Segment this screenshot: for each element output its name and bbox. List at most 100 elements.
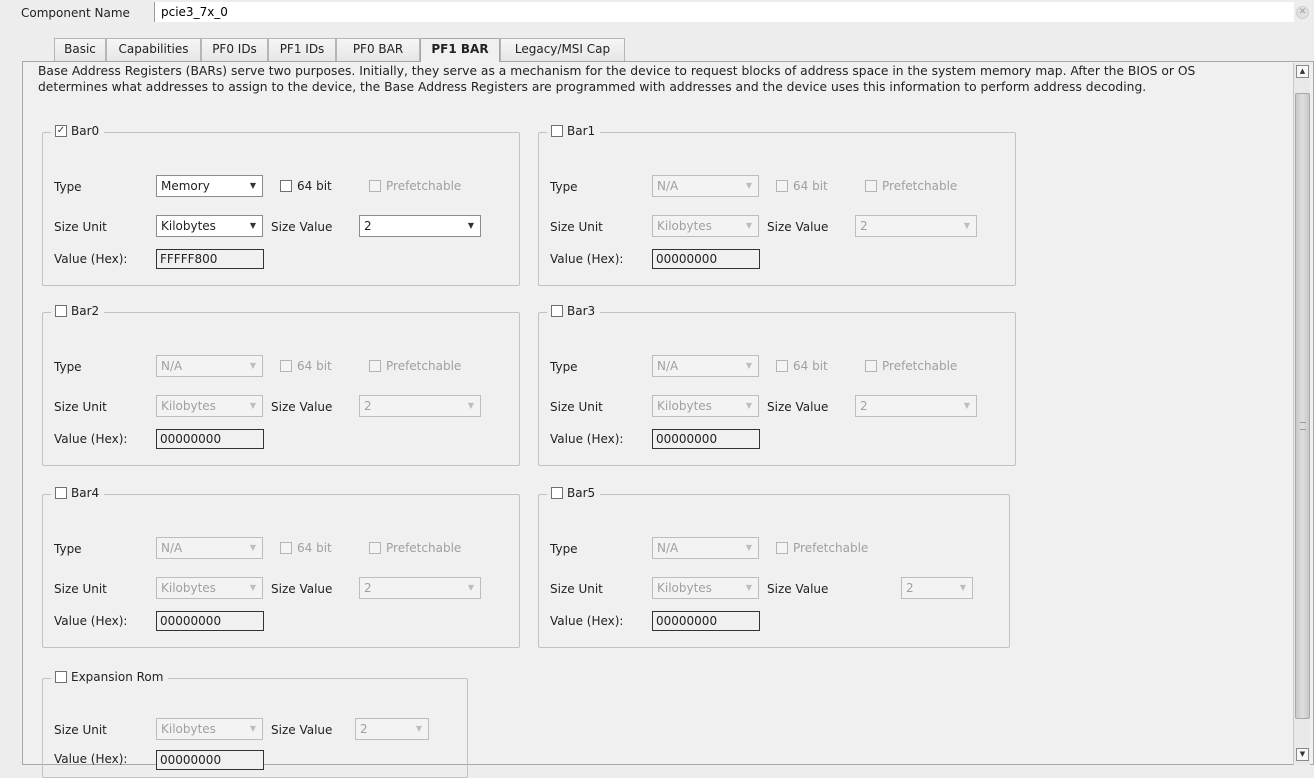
bar5-enable-checkbox[interactable]: [551, 487, 563, 499]
bar3-prefetchable-checkbox: Prefetchable: [865, 359, 957, 373]
bar5-legend: Bar5: [547, 486, 601, 500]
bar0-size-unit-value: Kilobytes: [161, 219, 216, 233]
chevron-down-icon: ▼: [745, 181, 752, 190]
bar3-prefetchable-label: Prefetchable: [882, 359, 958, 373]
bar5-size-unit-label: Size Unit: [550, 582, 603, 596]
tab-pf0-ids[interactable]: PF0 IDs: [201, 38, 268, 61]
bar4-enable-checkbox[interactable]: [55, 487, 67, 499]
bar1-type-value: N/A: [657, 179, 679, 193]
bar5-size-unit-value: Kilobytes: [657, 581, 712, 595]
bar4-size-unit-label: Size Unit: [54, 582, 107, 596]
bar1-size-value-value: 2: [860, 219, 868, 233]
chevron-down-icon: ▼: [963, 401, 970, 410]
bar3-enable-checkbox[interactable]: [551, 305, 563, 317]
tab-pf1-bar[interactable]: PF1 BAR: [420, 38, 500, 62]
bar1-prefetchable-box: [865, 180, 877, 192]
bar0-size-unit-select[interactable]: Kilobytes ▼: [156, 215, 263, 237]
bar2-size-value-label: Size Value: [271, 400, 333, 414]
expansion-rom-group: Expansion Rom Size Unit Kilobytes ▼ Size…: [42, 670, 468, 778]
bar2-size-unit-value: Kilobytes: [161, 399, 216, 413]
bar1-type-label: Type: [550, 180, 578, 194]
bar2-prefetchable-label: Prefetchable: [386, 359, 462, 373]
bar1-hex-field: 00000000: [652, 249, 760, 269]
expansion-rom-size-value-label: Size Value: [271, 723, 333, 737]
bar2-enable-checkbox[interactable]: [55, 305, 67, 317]
bar4-hex-field: 00000000: [156, 611, 264, 631]
bar0-hex-field: FFFFF800: [156, 249, 264, 269]
tab-legacy-msi-cap[interactable]: Legacy/MSI Cap: [500, 38, 625, 61]
bar0-prefetchable-checkbox: Prefetchable: [369, 179, 461, 193]
expansion-rom-size-unit-select: Kilobytes ▼: [156, 718, 263, 740]
bar1-size-value-label: Size Value: [767, 220, 829, 234]
chevron-down-icon: ▼: [249, 361, 256, 370]
bar4-size-value-select: 2 ▼: [359, 577, 481, 599]
expansion-rom-enable-checkbox[interactable]: [55, 671, 67, 683]
bar5-hex-field: 00000000: [652, 611, 760, 631]
clear-icon[interactable]: ✕: [1296, 6, 1309, 19]
bar4-64bit-checkbox: 64 bit: [280, 541, 332, 555]
bar2-size-unit-select: Kilobytes ▼: [156, 395, 263, 417]
bar4-type-label: Type: [54, 542, 82, 556]
scroll-down-icon[interactable]: ▼: [1296, 748, 1309, 761]
bar2-size-unit-label: Size Unit: [54, 400, 107, 414]
bar5-label: Bar5: [567, 486, 596, 500]
bar3-64bit-label: 64 bit: [793, 359, 828, 373]
tab-pf1-ids[interactable]: PF1 IDs: [268, 38, 336, 61]
bar2-prefetchable-checkbox: Prefetchable: [369, 359, 461, 373]
bar0-hex-label: Value (Hex):: [54, 252, 128, 266]
bar0-64bit-checkbox[interactable]: 64 bit: [280, 179, 332, 193]
bar3-group: Bar3 Type N/A ▼ 64 bit Prefetchable Size…: [538, 304, 1016, 466]
bar2-size-value-value: 2: [364, 399, 372, 413]
bar3-size-value-value: 2: [860, 399, 868, 413]
chevron-down-icon: ▼: [963, 221, 970, 230]
bar4-size-unit-select: Kilobytes ▼: [156, 577, 263, 599]
scroll-up-icon[interactable]: ▲: [1296, 65, 1309, 78]
chevron-down-icon: ▼: [745, 543, 752, 552]
bar3-type-select: N/A ▼: [652, 355, 759, 377]
expansion-rom-legend: Expansion Rom: [51, 670, 169, 684]
bar5-hex-label: Value (Hex):: [550, 614, 624, 628]
bar2-hex-label: Value (Hex):: [54, 432, 128, 446]
bar0-type-value: Memory: [161, 179, 210, 193]
bar2-label: Bar2: [71, 304, 100, 318]
tab-capabilities[interactable]: Capabilities: [106, 38, 201, 61]
chevron-down-icon: ▼: [745, 401, 752, 410]
expansion-rom-size-value-select: 2 ▼: [355, 718, 429, 740]
bar5-type-value: N/A: [657, 541, 679, 555]
bar5-prefetchable-label: Prefetchable: [793, 541, 869, 555]
chevron-down-icon: ▼: [467, 401, 474, 410]
bar4-type-value: N/A: [161, 541, 183, 555]
expansion-rom-hex-field: 00000000: [156, 750, 264, 770]
bar1-64bit-box: [776, 180, 788, 192]
chevron-down-icon: ▼: [467, 583, 474, 592]
bar4-prefetchable-checkbox: Prefetchable: [369, 541, 461, 555]
bar5-size-unit-select: Kilobytes ▼: [652, 577, 759, 599]
bar5-size-value-select: 2 ▼: [901, 577, 973, 599]
chevron-down-icon: ▼: [249, 401, 256, 410]
bar0-64bit-box[interactable]: [280, 180, 292, 192]
bar2-size-value-select: 2 ▼: [359, 395, 481, 417]
chevron-down-icon: ▼: [959, 583, 966, 592]
bar0-type-select[interactable]: Memory ▼: [156, 175, 263, 197]
bar1-enable-checkbox[interactable]: [551, 125, 563, 137]
bar3-64bit-box: [776, 360, 788, 372]
bar0-size-value-select[interactable]: 2 ▼: [359, 215, 481, 237]
bar5-type-select: N/A ▼: [652, 537, 759, 559]
bar5-type-label: Type: [550, 542, 578, 556]
component-name-input[interactable]: [154, 2, 1294, 22]
vertical-scrollbar[interactable]: ▲ ▼: [1293, 63, 1310, 765]
bar1-size-value-select: 2 ▼: [855, 215, 977, 237]
bar2-type-value: N/A: [161, 359, 183, 373]
chevron-down-icon: ▼: [467, 221, 474, 230]
chevron-down-icon: ▼: [745, 583, 752, 592]
tab-pf0-bar[interactable]: PF0 BAR: [336, 38, 420, 61]
tab-basic[interactable]: Basic: [54, 38, 106, 61]
bar3-size-value-select: 2 ▼: [855, 395, 977, 417]
scrollbar-thumb[interactable]: [1295, 93, 1310, 719]
component-name-bar: Component Name ✕: [0, 0, 1314, 26]
bar0-enable-checkbox[interactable]: ✓: [55, 125, 67, 137]
bar2-group: Bar2 Type N/A ▼ 64 bit Prefetchable Size…: [42, 304, 520, 466]
bar3-hex-label: Value (Hex):: [550, 432, 624, 446]
bar0-size-unit-label: Size Unit: [54, 220, 107, 234]
bar4-size-value-label: Size Value: [271, 582, 333, 596]
